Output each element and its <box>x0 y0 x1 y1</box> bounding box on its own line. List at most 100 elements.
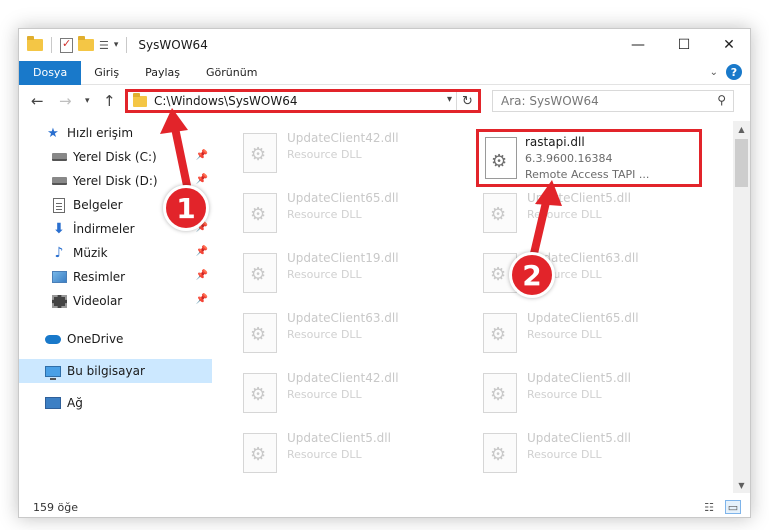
music-icon: ♪ <box>54 245 64 261</box>
sidebar-item-music[interactable]: ♪ Müzik 📌 <box>19 241 212 265</box>
large-icons-view-icon[interactable]: ▭ <box>725 500 741 514</box>
annotation-badge-2: 2 <box>509 252 555 298</box>
dll-file-icon <box>483 313 517 353</box>
sidebar-item-this-pc[interactable]: Bu bilgisayar <box>19 359 212 383</box>
minimize-button[interactable]: — <box>615 29 661 61</box>
file-description: Resource DLL <box>527 328 602 341</box>
title-bar: ☰ ▾ SysWOW64 — ☐ ✕ <box>19 29 750 61</box>
pin-icon[interactable]: 📌 <box>196 270 208 281</box>
sidebar-item-pictures[interactable]: Resimler 📌 <box>19 265 212 289</box>
chevron-down-icon[interactable]: ▾ <box>114 40 119 50</box>
expand-ribbon-icon[interactable]: ⌄ <box>710 67 718 78</box>
list-item[interactable]: UpdateClient42.dll Resource DLL <box>217 361 447 415</box>
list-item[interactable]: UpdateClient5.dll Resource DLL <box>457 181 687 235</box>
list-item[interactable]: UpdateClient5.dll Resource DLL <box>457 361 687 415</box>
address-path[interactable]: C:\Windows\SysWOW64 <box>154 94 298 108</box>
dll-file-icon <box>243 313 277 353</box>
downloads-icon: ⬇ <box>53 221 65 237</box>
sidebar-item-network[interactable]: Ağ <box>19 391 212 415</box>
scrollbar-thumb[interactable] <box>735 139 748 187</box>
file-description: Resource DLL <box>287 148 362 161</box>
properties-icon[interactable] <box>60 37 73 53</box>
maximize-button[interactable]: ☐ <box>661 29 707 61</box>
sidebar-item-label: Yerel Disk (D:) <box>73 174 158 188</box>
pin-icon[interactable]: 📌 <box>196 294 208 305</box>
sidebar-item-label: Ağ <box>67 396 83 410</box>
documents-icon <box>51 197 67 213</box>
recent-locations-icon[interactable]: ▾ <box>85 96 90 106</box>
toolbar-separator <box>51 37 52 53</box>
scroll-down-icon[interactable]: ▼ <box>733 477 750 493</box>
dll-file-icon <box>243 133 277 173</box>
sidebar-item-label: İndirmeler <box>73 222 135 236</box>
back-arrow-icon[interactable]: ← <box>31 92 44 110</box>
quick-access-toolbar: ☰ ▾ <box>27 36 130 53</box>
onedrive-icon <box>45 331 61 347</box>
new-folder-icon[interactable] <box>78 36 94 51</box>
close-button[interactable]: ✕ <box>706 29 750 61</box>
vertical-scrollbar[interactable]: ▲ ▼ <box>733 121 750 493</box>
ribbon-tabs: Dosya Giriş Paylaş Görünüm ⌄ ? <box>19 60 750 85</box>
disk-icon <box>51 173 67 189</box>
file-list: UpdateClient42.dll Resource DLL UpdateCl… <box>217 121 735 493</box>
dll-file-icon <box>243 193 277 233</box>
list-item[interactable]: UpdateClient5.dll Resource DLL <box>457 421 687 475</box>
pin-icon[interactable]: 📌 <box>196 174 208 185</box>
sidebar-item-label: Yerel Disk (C:) <box>73 150 157 164</box>
address-bar[interactable]: C:\Windows\SysWOW64 ▾ ↻ <box>125 89 481 113</box>
list-item[interactable]: UpdateClient5.dll Resource DLL <box>217 421 447 475</box>
file-name: UpdateClient5.dll <box>527 371 631 385</box>
sidebar-item-label: Hızlı erişim <box>67 126 134 140</box>
file-name: UpdateClient19.dll <box>287 251 399 265</box>
sidebar-item-local-disk-c[interactable]: Yerel Disk (C:) 📌 <box>19 145 212 169</box>
list-item[interactable]: UpdateClient19.dll Resource DLL <box>217 241 447 295</box>
sidebar-item-onedrive[interactable]: OneDrive <box>19 327 212 351</box>
search-input[interactable]: Ara: SysWOW64 ⚲ <box>492 90 734 112</box>
list-item[interactable]: UpdateClient63.dll Resource DLL <box>457 241 687 295</box>
file-description: Resource DLL <box>527 208 602 221</box>
tab-gorunum[interactable]: Görünüm <box>193 61 270 85</box>
search-icon[interactable]: ⚲ <box>717 93 726 107</box>
list-item[interactable]: UpdateClient65.dll Resource DLL <box>217 181 447 235</box>
folder-icon[interactable] <box>27 36 43 51</box>
list-item[interactable]: UpdateClient65.dll Resource DLL <box>457 301 687 355</box>
this-pc-icon <box>45 363 61 380</box>
forward-arrow-icon[interactable]: → <box>59 92 72 110</box>
navigation-pane: ★ Hızlı erişim Yerel Disk (C:) 📌 Yerel D… <box>19 121 212 493</box>
file-name: rastapi.dll <box>525 135 585 149</box>
star-icon: ★ <box>47 125 59 141</box>
status-bar: 159 öğe ☷ ▭ <box>19 495 750 517</box>
file-name: UpdateClient42.dll <box>287 371 399 385</box>
highlighted-file-rastapi[interactable]: rastapi.dll 6.3.9600.16384 Remote Access… <box>476 129 702 187</box>
tab-dosya[interactable]: Dosya <box>19 60 82 85</box>
file-description: Resource DLL <box>527 448 602 461</box>
customize-toolbar-icon[interactable]: ☰ <box>99 39 109 52</box>
details-view-icon[interactable]: ☷ <box>701 500 717 514</box>
sidebar-item-label: Bu bilgisayar <box>67 364 145 378</box>
dll-file-icon <box>243 373 277 413</box>
sidebar-item-label: Videolar <box>73 294 123 308</box>
sidebar-item-quick-access[interactable]: ★ Hızlı erişim <box>19 121 212 145</box>
up-arrow-icon[interactable]: ↑ <box>103 92 116 110</box>
file-name: UpdateClient5.dll <box>527 191 631 205</box>
dll-file-icon <box>483 193 517 233</box>
help-icon[interactable]: ? <box>726 64 742 80</box>
list-item[interactable]: UpdateClient42.dll Resource DLL <box>217 121 447 175</box>
tab-paylas[interactable]: Paylaş <box>132 61 193 85</box>
scroll-up-icon[interactable]: ▲ <box>733 121 750 137</box>
chevron-down-icon[interactable]: ▾ <box>447 94 452 105</box>
file-version: 6.3.9600.16384 <box>525 152 613 165</box>
sidebar-item-videos[interactable]: Videolar 📌 <box>19 289 212 313</box>
pin-icon[interactable]: 📌 <box>196 246 208 257</box>
item-count: 159 öğe <box>33 500 78 514</box>
dll-file-icon <box>483 373 517 413</box>
file-description: Resource DLL <box>527 388 602 401</box>
tab-giris[interactable]: Giriş <box>81 61 132 85</box>
refresh-icon[interactable]: ↻ <box>456 92 478 110</box>
videos-icon <box>51 293 67 309</box>
pin-icon[interactable]: 📌 <box>196 150 208 161</box>
file-name: UpdateClient65.dll <box>527 311 639 325</box>
list-item[interactable]: UpdateClient63.dll Resource DLL <box>217 301 447 355</box>
pictures-icon <box>51 269 67 285</box>
file-description: Resource DLL <box>287 388 362 401</box>
